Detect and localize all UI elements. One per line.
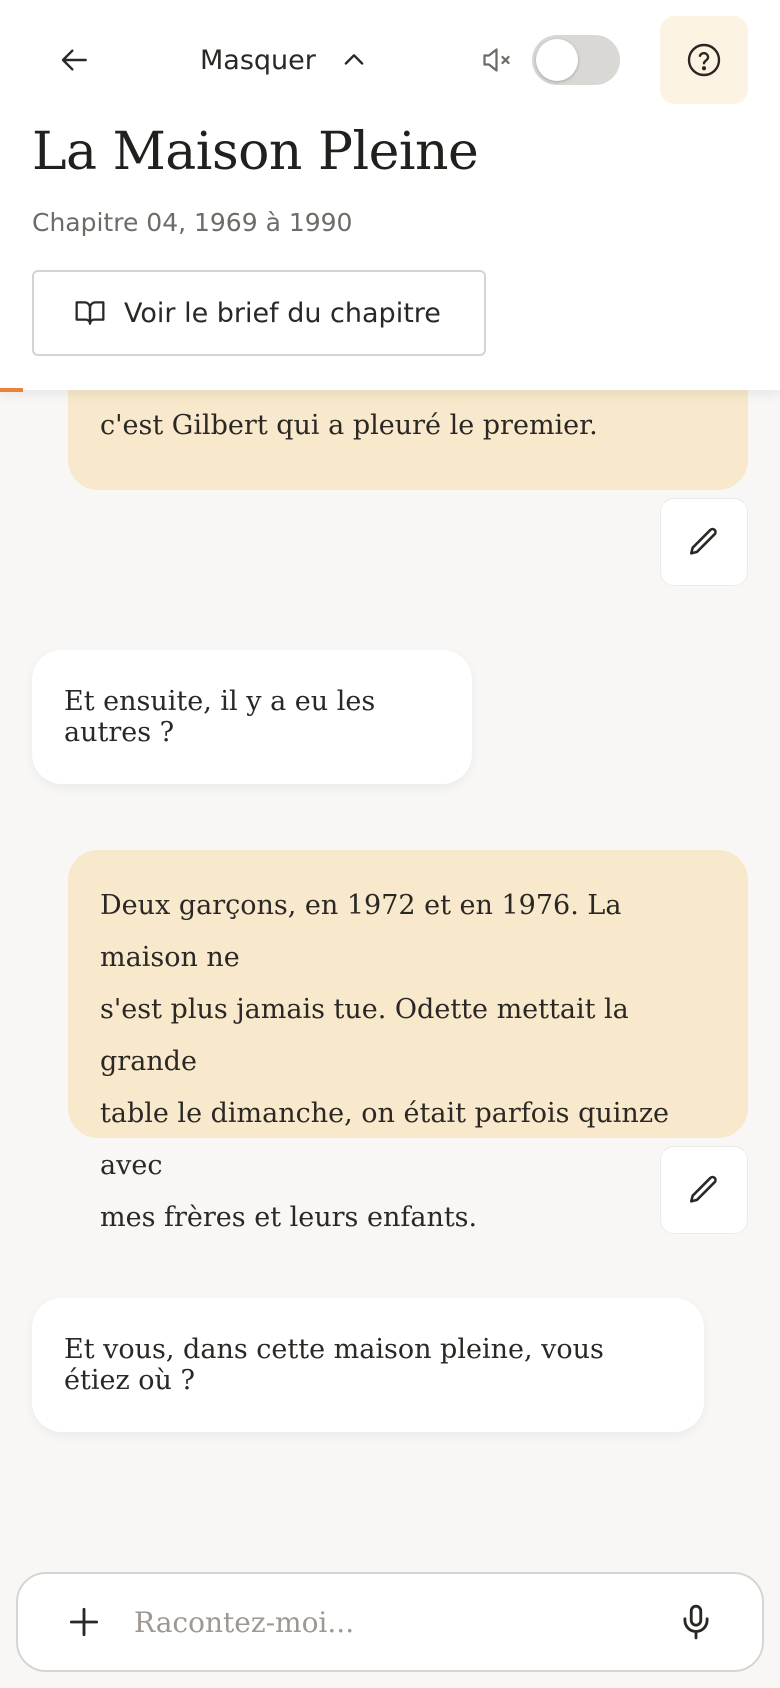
message-assistant-1: Et ensuite, il y a eu les autres ? xyxy=(32,650,472,784)
message-line: s'est plus jamais tue. Odette mettait la… xyxy=(100,994,629,1077)
toggle-knob xyxy=(536,39,578,81)
message-line: table le dimanche, on était parfois quin… xyxy=(100,1098,670,1181)
chapter-header: Masquer La Maison Pleine Chapitre 04, 19… xyxy=(0,0,780,392)
chapter-subtitle: Chapitre 04, 1969 à 1990 xyxy=(32,208,353,237)
edit-message-button[interactable] xyxy=(660,1146,748,1234)
brief-label: Voir le brief du chapitre xyxy=(124,297,441,329)
question-circle-icon xyxy=(687,43,721,77)
chapter-progress-bar xyxy=(0,388,780,392)
add-attachment-button[interactable] xyxy=(54,1592,114,1652)
message-input[interactable] xyxy=(134,1605,666,1639)
message-line: mes frères et leurs enfants. xyxy=(100,1202,478,1233)
message-user-2: Deux garçons, en 1972 et en 1976. La mai… xyxy=(68,850,748,1233)
message-line: Deux garçons, en 1972 et en 1976. La mai… xyxy=(100,890,622,973)
microphone-button[interactable] xyxy=(666,1592,726,1652)
message-assistant-2: Et vous, dans cette maison pleine, vous … xyxy=(32,1298,704,1432)
message-text: c'est Gilbert qui a pleuré le premier. xyxy=(100,410,598,441)
arrow-left-icon xyxy=(61,49,87,71)
message-text: Et ensuite, il y a eu les autres ? xyxy=(64,686,376,748)
plus-icon xyxy=(69,1607,99,1637)
pencil-icon xyxy=(689,527,717,555)
microphone-icon xyxy=(683,1604,709,1640)
pencil-icon xyxy=(689,1175,717,1203)
message-composer xyxy=(16,1572,764,1672)
edit-message-button[interactable] xyxy=(660,498,748,586)
speaker-muted-icon xyxy=(478,40,518,80)
chevron-up-icon xyxy=(344,54,364,65)
progress-fill xyxy=(0,388,24,392)
hide-label: Masquer xyxy=(200,44,316,76)
back-button[interactable] xyxy=(40,30,110,90)
chapter-title: La Maison Pleine xyxy=(32,122,479,182)
message-text: Et vous, dans cette maison pleine, vous … xyxy=(64,1334,604,1396)
sound-toggle[interactable] xyxy=(532,35,620,85)
hide-header-button[interactable]: Masquer xyxy=(200,30,368,90)
chapter-brief-button[interactable]: Voir le brief du chapitre xyxy=(32,270,486,356)
help-button[interactable] xyxy=(660,16,748,104)
open-book-icon xyxy=(75,301,105,325)
